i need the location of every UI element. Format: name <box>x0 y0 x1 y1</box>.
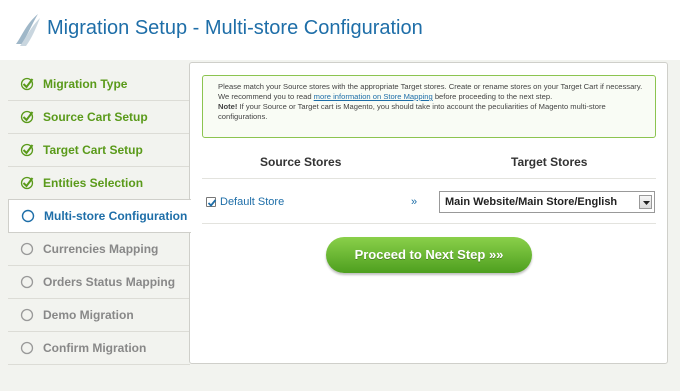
note-label: Note! <box>218 102 238 111</box>
store-checkbox[interactable] <box>206 197 217 207</box>
checkmark-icon <box>207 199 217 207</box>
sidebar-item-label: Migration Type <box>43 77 128 91</box>
divider <box>202 223 656 224</box>
check-icon <box>20 143 34 157</box>
circle-icon <box>20 242 34 256</box>
sidebar-item-confirm-migration: Confirm Migration <box>8 332 190 365</box>
divider <box>202 178 656 179</box>
circle-icon <box>20 275 34 289</box>
sidebar-item-label: Multi-store Configuration <box>44 209 188 223</box>
note-text: If your Source or Target cart is Magento… <box>218 102 606 121</box>
target-stores-header: Target Stores <box>511 155 588 169</box>
header: Migration Setup - Multi-store Configurat… <box>0 0 680 60</box>
sidebar-item-orders-status-mapping: Orders Status Mapping <box>8 266 190 299</box>
proceed-button[interactable]: Proceed to Next Step »» <box>326 237 532 273</box>
sidebar-item-migration-type[interactable]: Migration Type <box>8 68 190 101</box>
dropdown-button[interactable] <box>639 195 652 209</box>
main-panel: Please match your Source stores with the… <box>189 62 668 364</box>
sidebar-item-label: Currencies Mapping <box>43 242 159 256</box>
mapping-arrow: » <box>411 196 418 208</box>
sidebar-item-demo-migration: Demo Migration <box>8 299 190 332</box>
chevron-down-icon <box>643 201 650 205</box>
circle-icon <box>20 308 34 322</box>
sidebar-item-label: Entities Selection <box>43 176 144 190</box>
circle-icon <box>20 341 34 355</box>
source-stores-header: Source Stores <box>260 155 342 169</box>
sidebar-item-label: Source Cart Setup <box>43 110 148 124</box>
sidebar-item-label: Orders Status Mapping <box>43 275 176 289</box>
source-store-label[interactable]: Default Store <box>220 196 284 208</box>
circle-icon <box>21 209 35 223</box>
sidebar-item-label: Demo Migration <box>43 308 134 322</box>
page-title: Migration Setup - Multi-store Configurat… <box>47 17 423 39</box>
store-mapping-link[interactable]: more information on Store Mapping <box>314 92 433 101</box>
target-store-select[interactable]: Main Website/Main Store/English <box>439 191 655 213</box>
notice-text-end: before proceeding to the next step. <box>432 92 553 101</box>
target-store-value: Main Website/Main Store/English <box>445 196 618 208</box>
steps-sidebar: Migration Type Source Cart Setup Target … <box>8 68 191 365</box>
logo-icon <box>16 14 40 46</box>
sidebar-item-entities-selection[interactable]: Entities Selection <box>8 167 190 200</box>
sidebar-item-currencies-mapping: Currencies Mapping <box>8 233 190 266</box>
sidebar-item-label: Confirm Migration <box>43 341 147 355</box>
check-icon <box>20 77 34 91</box>
sidebar-item-multi-store-configuration[interactable]: Multi-store Configuration <box>8 199 191 233</box>
check-icon <box>20 176 34 190</box>
sidebar-item-target-cart-setup[interactable]: Target Cart Setup <box>8 134 190 167</box>
info-notice: Please match your Source stores with the… <box>202 75 656 138</box>
sidebar-item-label: Target Cart Setup <box>43 143 143 157</box>
sidebar-item-source-cart-setup[interactable]: Source Cart Setup <box>8 101 190 134</box>
check-icon <box>20 110 34 124</box>
